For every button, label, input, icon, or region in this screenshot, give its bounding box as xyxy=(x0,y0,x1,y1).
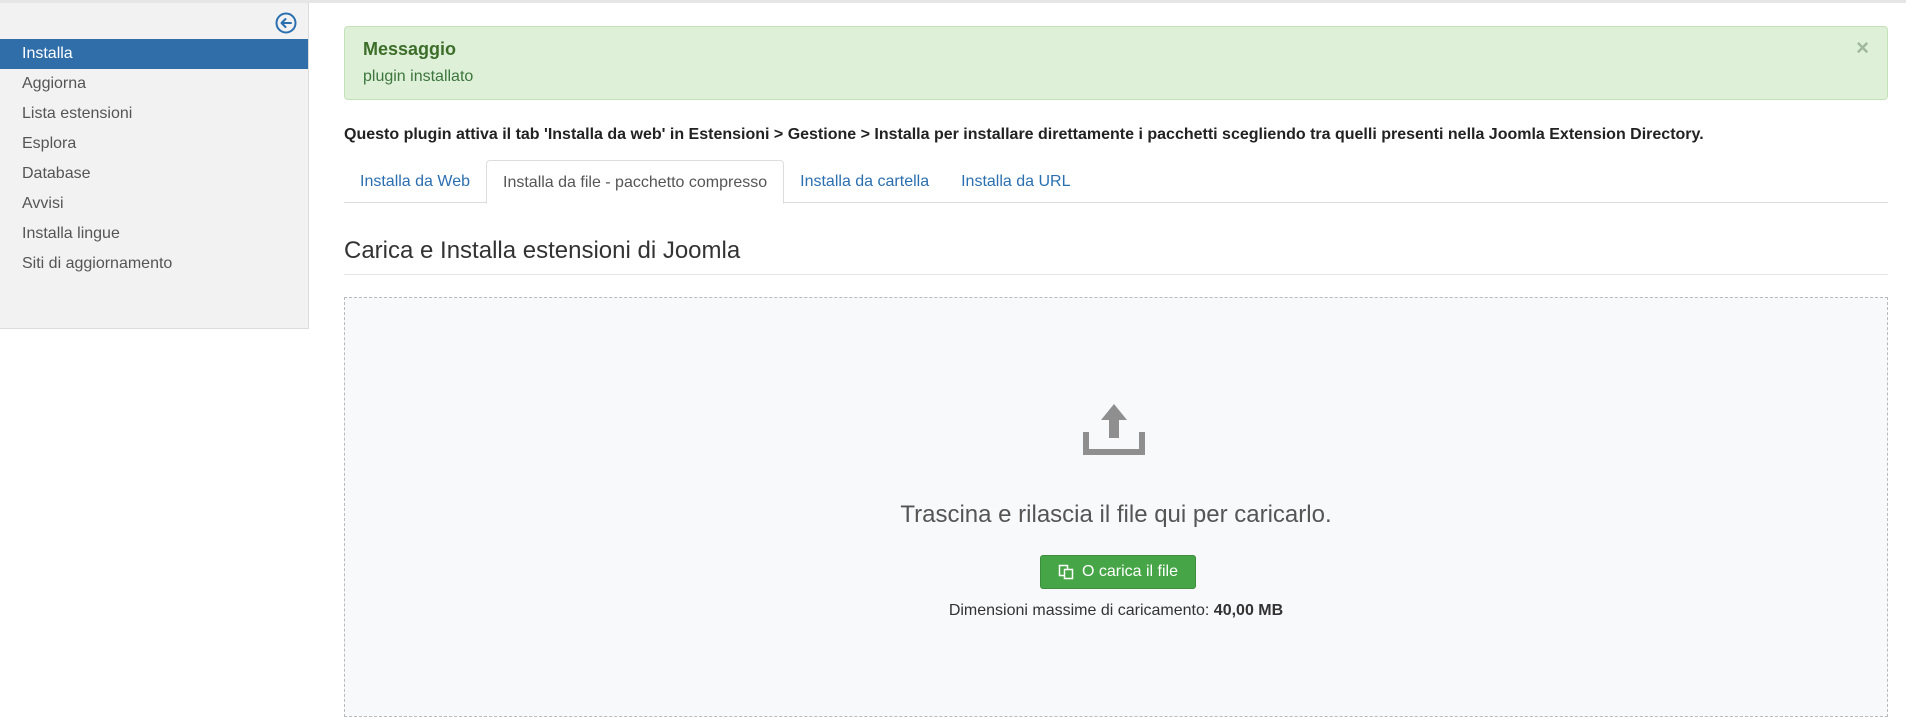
copy-icon xyxy=(1058,564,1074,580)
plugin-info-text: Questo plugin attiva il tab 'Installa da… xyxy=(344,126,1704,143)
sidebar-item-installa-lingue[interactable]: Installa lingue xyxy=(0,219,308,249)
max-size-value: 40,00 MB xyxy=(1213,602,1284,619)
success-alert: Messaggio plugin installato × xyxy=(344,26,1888,100)
upload-file-button[interactable]: O carica il file xyxy=(1040,555,1196,589)
sidebar-item-siti-di-aggiornamento[interactable]: Siti di aggiornamento xyxy=(0,249,308,279)
upload-dropzone[interactable]: Trascina e rilascia il file qui per cari… xyxy=(344,297,1888,717)
sidebar-collapse-toggle[interactable] xyxy=(275,12,297,34)
dropzone-text: Trascina e rilascia il file qui per cari… xyxy=(900,501,1332,528)
upload-icon xyxy=(1083,404,1145,455)
alert-close-button[interactable]: × xyxy=(1856,37,1869,59)
tab-installa-da-file[interactable]: Installa da file - pacchetto compresso xyxy=(486,160,785,204)
arrow-circle-left-icon xyxy=(275,12,297,34)
tab-installa-da-cartella[interactable]: Installa da cartella xyxy=(784,160,945,203)
alert-heading: Messaggio xyxy=(363,39,457,59)
tab-installa-da-url[interactable]: Installa da URL xyxy=(945,160,1086,203)
tab-installa-da-web[interactable]: Installa da Web xyxy=(344,160,486,203)
section-title: Carica e Installa estensioni di Joomla xyxy=(344,237,1888,275)
install-tabs: Installa da Web Installa da file - pacch… xyxy=(344,160,1888,204)
alert-message: plugin installato xyxy=(363,68,474,85)
main-content: Messaggio plugin installato × Questo plu… xyxy=(344,3,1888,717)
sidebar-item-esplora[interactable]: Esplora xyxy=(0,129,308,159)
max-upload-size: Dimensioni massime di caricamento: 40,00… xyxy=(345,601,1887,621)
sidebar: Installa Aggiorna Lista estensioni Esplo… xyxy=(0,3,309,329)
max-size-label: Dimensioni massime di caricamento: xyxy=(948,602,1210,619)
sidebar-nav: Installa Aggiorna Lista estensioni Esplo… xyxy=(0,39,308,279)
sidebar-item-installa[interactable]: Installa xyxy=(0,39,308,69)
sidebar-item-aggiorna[interactable]: Aggiorna xyxy=(0,69,308,99)
upload-button-label: O carica il file xyxy=(1081,563,1179,580)
sidebar-item-avvisi[interactable]: Avvisi xyxy=(0,189,308,219)
sidebar-item-database[interactable]: Database xyxy=(0,159,308,189)
sidebar-item-lista-estensioni[interactable]: Lista estensioni xyxy=(0,99,308,129)
